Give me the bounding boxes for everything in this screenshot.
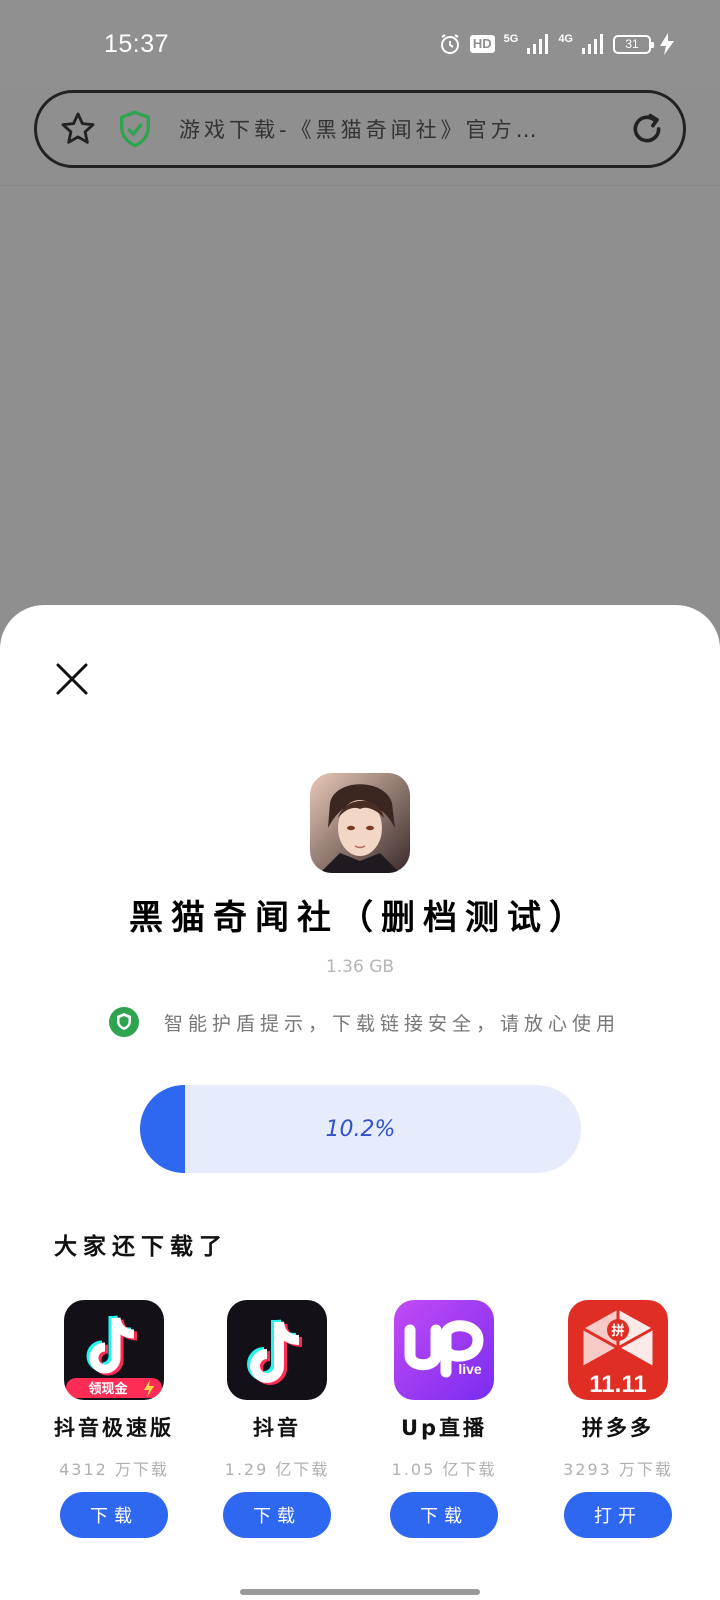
pinduoduo-icon[interactable]: 拼 11.11 <box>568 1300 668 1400</box>
download-progress-bar[interactable]: 10.2% <box>140 1085 581 1173</box>
app-size: 1.36 GB <box>325 957 395 977</box>
download-sheet: 黑猫奇闻社（删档测试） 1.36 GB 智能护盾提示，下载链接安全，请放心使用 … <box>0 605 720 1600</box>
star-icon[interactable] <box>59 110 97 148</box>
address-bar[interactable]: 游戏下载-《黑猫奇闻社》官方… <box>34 90 686 168</box>
charging-bolt-icon <box>660 33 674 55</box>
battery-indicator: 31 <box>613 34 654 54</box>
open-button[interactable]: 打开 <box>564 1492 672 1538</box>
status-time: 15:37 <box>104 30 170 58</box>
download-button[interactable]: 下载 <box>390 1492 498 1538</box>
recommendation-list: 领现金 抖音极速版 4312 万下载 下载 抖音 1.29 亿下载 下载 liv… <box>0 1300 720 1540</box>
app-icon <box>310 773 410 873</box>
security-shield-icon[interactable] <box>115 109 155 149</box>
download-button[interactable]: 下载 <box>223 1492 331 1538</box>
toolbar-divider <box>0 185 720 186</box>
rec-app-name: 拼多多 <box>582 1416 654 1440</box>
page-title[interactable]: 游戏下载-《黑猫奇闻社》官方… <box>179 114 627 144</box>
battery-level: 31 <box>625 37 639 51</box>
list-item: 领现金 抖音极速版 4312 万下载 下载 <box>44 1300 184 1538</box>
alarm-icon <box>440 34 459 54</box>
safety-notice: 智能护盾提示，下载链接安全，请放心使用 <box>108 1005 620 1039</box>
douyin-lite-badge: 领现金 <box>88 1381 128 1397</box>
close-icon[interactable] <box>54 661 90 697</box>
list-item: 拼 11.11 拼多多 3293 万下载 打开 <box>548 1300 688 1538</box>
up-live-icon[interactable]: live <box>394 1300 494 1400</box>
progress-label: 10.2% <box>325 1116 396 1142</box>
pinduoduo-badge: 11.11 <box>589 1371 646 1398</box>
rec-app-name: 抖音 <box>253 1416 301 1440</box>
rec-app-name: Up直播 <box>400 1416 488 1440</box>
up-live-badge: live <box>458 1361 482 1377</box>
network-4g-label: 4G <box>558 33 573 45</box>
network-5g-label: 5G <box>503 33 519 45</box>
rec-download-count: 4312 万下载 <box>59 1460 169 1479</box>
hd-voice-badge: HD <box>469 35 495 53</box>
status-bar: 15:37 HD 5G 4G 31 <box>0 0 720 88</box>
rec-download-count: 3293 万下载 <box>563 1460 673 1479</box>
download-button[interactable]: 下载 <box>60 1492 168 1538</box>
signal-icon <box>527 34 549 54</box>
section-title: 大家还下载了 <box>54 1234 228 1260</box>
list-item: live Up直播 1.05 亿下载 下载 <box>374 1300 514 1538</box>
status-icons: HD 5G 4G 31 <box>439 33 674 55</box>
douyin-lite-icon[interactable]: 领现金 <box>64 1300 164 1400</box>
douyin-icon[interactable] <box>227 1300 327 1400</box>
home-indicator[interactable] <box>240 1589 480 1595</box>
list-item: 抖音 1.29 亿下载 下载 <box>207 1300 347 1538</box>
signal-icon-2 <box>582 34 603 54</box>
refresh-icon[interactable] <box>627 109 667 149</box>
pinduoduo-logo-char: 拼 <box>611 1323 624 1339</box>
rec-app-name: 抖音极速版 <box>54 1416 174 1440</box>
rec-download-count: 1.05 亿下载 <box>391 1460 497 1479</box>
app-title: 黑猫奇闻社（删档测试） <box>129 898 591 938</box>
rec-download-count: 1.29 亿下载 <box>224 1460 330 1479</box>
shield-check-icon <box>109 1007 139 1037</box>
safety-text: 智能护盾提示，下载链接安全，请放心使用 <box>164 1012 621 1035</box>
